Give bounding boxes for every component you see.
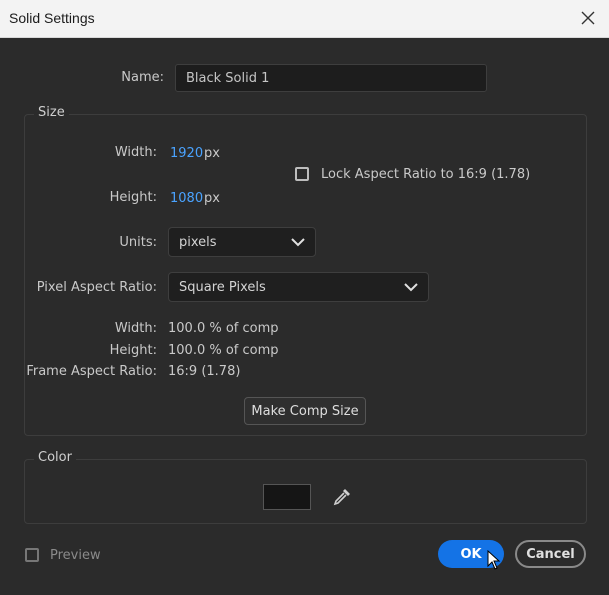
chevron-down-icon xyxy=(404,281,418,296)
chevron-down-icon xyxy=(291,236,305,251)
height-unit: px xyxy=(204,191,220,206)
width-label: Width: xyxy=(114,145,157,160)
par-select[interactable]: Square Pixels xyxy=(168,272,429,302)
lock-aspect-label[interactable]: Lock Aspect Ratio to 16:9 (1.78) xyxy=(321,167,530,182)
height-pct-value: 100.0 % of comp xyxy=(168,343,279,358)
height-value[interactable]: 1080 xyxy=(170,191,203,206)
size-group-title: Size xyxy=(34,105,69,120)
preview-checkbox[interactable] xyxy=(25,548,39,562)
frame-aspect-value: 16:9 (1.78) xyxy=(168,364,241,379)
mouse-cursor-icon xyxy=(487,549,501,574)
color-group-title: Color xyxy=(34,450,76,465)
preview-label[interactable]: Preview xyxy=(50,548,101,563)
cancel-button[interactable]: Cancel xyxy=(515,540,586,568)
name-input[interactable]: Black Solid 1 xyxy=(175,64,487,92)
title-bar: Solid Settings xyxy=(0,0,609,38)
lock-aspect-checkbox[interactable] xyxy=(295,167,309,181)
width-unit: px xyxy=(204,146,220,161)
close-icon[interactable] xyxy=(577,7,599,29)
dialog-body: Name: Black Solid 1 Size Width: 1920 px … xyxy=(0,38,609,595)
color-swatch[interactable] xyxy=(263,484,311,510)
make-comp-size-button[interactable]: Make Comp Size xyxy=(244,397,366,425)
units-value: pixels xyxy=(179,235,217,250)
eyedropper-icon[interactable] xyxy=(331,486,353,512)
window-title: Solid Settings xyxy=(9,10,95,26)
name-label: Name: xyxy=(121,70,164,85)
par-label: Pixel Aspect Ratio: xyxy=(36,280,157,295)
width-pct-label: Width: xyxy=(114,321,157,336)
height-label: Height: xyxy=(109,190,157,205)
units-select[interactable]: pixels xyxy=(168,227,316,257)
frame-aspect-label: Frame Aspect Ratio: xyxy=(26,364,157,379)
width-value[interactable]: 1920 xyxy=(170,146,203,161)
par-value: Square Pixels xyxy=(179,280,266,295)
height-pct-label: Height: xyxy=(109,343,157,358)
units-label: Units: xyxy=(119,235,157,250)
width-pct-value: 100.0 % of comp xyxy=(168,321,279,336)
